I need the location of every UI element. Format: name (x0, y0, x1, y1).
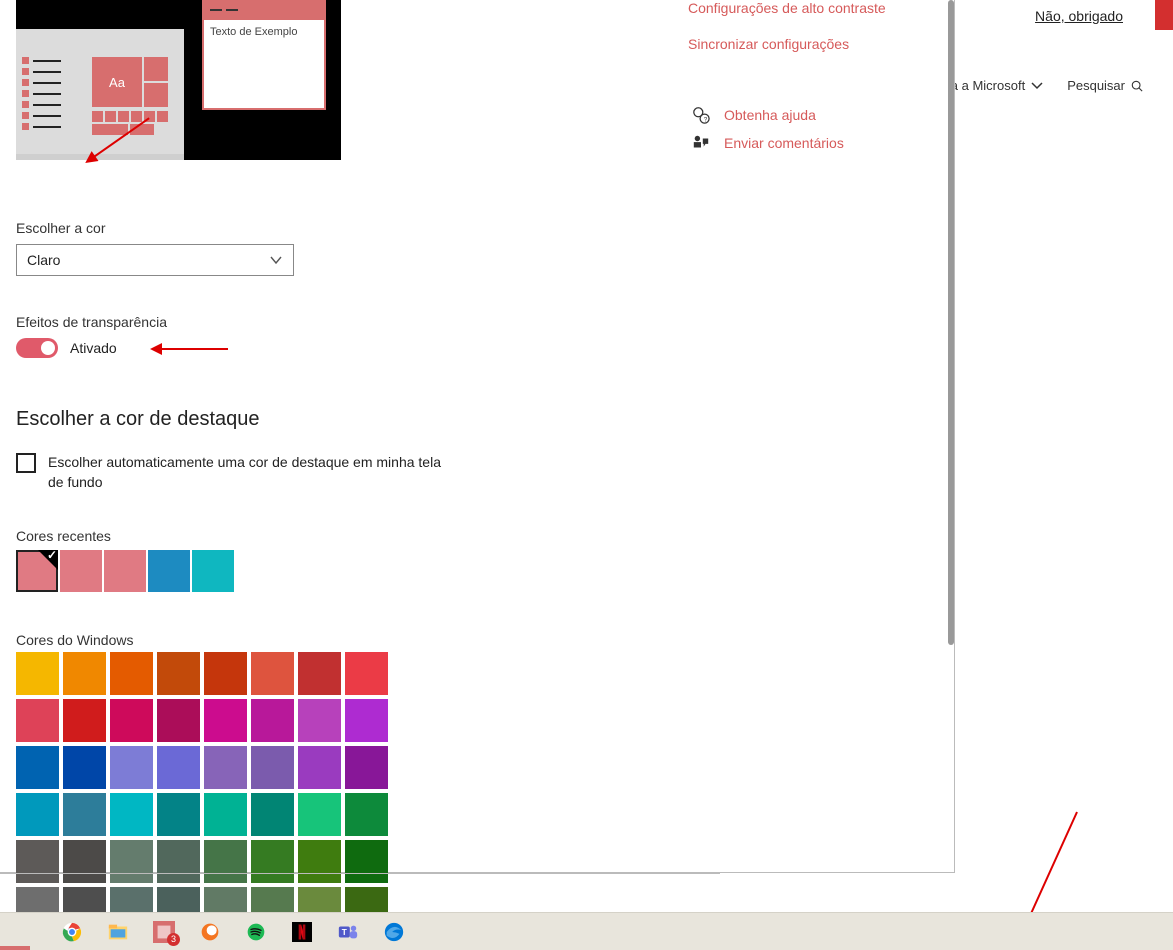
feedback-icon (692, 134, 710, 152)
windows-color-swatch[interactable] (298, 746, 341, 789)
chrome-icon[interactable] (60, 920, 84, 944)
link-alto-contraste[interactable]: Configurações de alto contraste (688, 0, 886, 16)
windows-color-swatch[interactable] (204, 746, 247, 789)
recent-color-swatch[interactable] (60, 550, 102, 592)
chevron-down-icon (1031, 80, 1043, 92)
windows-color-swatch[interactable] (298, 840, 341, 883)
nav-microsoft[interactable]: a a Microsoft (951, 78, 1043, 93)
windows-colors-label: Cores do Windows (16, 632, 456, 648)
windows-color-swatch[interactable] (204, 652, 247, 695)
windows-color-swatch[interactable] (251, 840, 294, 883)
choose-color-label: Escolher a cor (16, 220, 456, 236)
windows-color-swatch[interactable] (157, 699, 200, 742)
transparency-toggle[interactable] (16, 338, 58, 358)
decline-link[interactable]: Não, obrigado (1035, 8, 1123, 24)
recent-colors-label: Cores recentes (16, 528, 456, 544)
choose-color-dropdown[interactable]: Claro (16, 244, 294, 276)
windows-color-swatch[interactable] (345, 793, 388, 836)
svg-text:T: T (342, 927, 347, 936)
annotation-arrow-icon (150, 341, 230, 357)
chevron-down-icon (269, 253, 283, 267)
windows-color-swatch[interactable] (251, 652, 294, 695)
windows-color-swatch[interactable] (298, 699, 341, 742)
windows-color-swatch[interactable] (157, 652, 200, 695)
help-icon: ? (692, 106, 710, 124)
windows-color-swatch[interactable] (251, 699, 294, 742)
recent-color-swatch[interactable] (104, 550, 146, 592)
teams-icon[interactable]: T (336, 920, 360, 944)
search-icon (1131, 80, 1143, 92)
windows-color-swatch[interactable] (63, 746, 106, 789)
windows-color-swatch[interactable] (110, 699, 153, 742)
windows-color-swatch[interactable] (110, 793, 153, 836)
link-ajuda[interactable]: Obtenha ajuda (724, 107, 816, 123)
windows-color-swatch[interactable] (345, 699, 388, 742)
scrollbar[interactable] (948, 0, 954, 645)
windows-color-swatch[interactable] (157, 746, 200, 789)
recent-color-swatch[interactable] (148, 550, 190, 592)
crunchyroll-icon[interactable] (198, 920, 222, 944)
settings-window: Configurações de alto contraste Sincroni… (0, 0, 955, 873)
recent-color-swatch[interactable] (192, 550, 234, 592)
windows-color-swatch[interactable] (16, 746, 59, 789)
windows-color-swatch[interactable] (63, 793, 106, 836)
windows-color-swatch[interactable] (16, 652, 59, 695)
accent-heading: Escolher a cor de destaque (16, 408, 456, 431)
windows-color-swatch[interactable] (345, 652, 388, 695)
windows-color-swatch[interactable] (63, 840, 106, 883)
nav-search[interactable]: Pesquisar (1067, 78, 1143, 93)
red-banner-edge (1155, 0, 1173, 30)
netflix-icon[interactable] (290, 920, 314, 944)
windows-color-swatch[interactable] (157, 793, 200, 836)
transparency-state: Ativado (70, 340, 117, 356)
badge-count: 3 (167, 933, 180, 946)
divider (0, 873, 720, 874)
windows-color-swatch[interactable] (204, 699, 247, 742)
windows-color-swatch[interactable] (345, 746, 388, 789)
windows-color-swatch[interactable] (110, 840, 153, 883)
windows-color-swatch[interactable] (298, 793, 341, 836)
edge-icon[interactable] (382, 920, 406, 944)
taskbar: 3 T (0, 912, 1173, 950)
windows-color-swatch[interactable] (16, 699, 59, 742)
windows-color-swatch[interactable] (110, 746, 153, 789)
svg-text:?: ? (704, 116, 708, 123)
preview-tile-aa: Aa (92, 57, 142, 107)
windows-color-swatch[interactable] (251, 746, 294, 789)
windows-color-swatch[interactable] (157, 840, 200, 883)
windows-color-swatch[interactable] (204, 840, 247, 883)
app-icon-with-badge[interactable]: 3 (152, 920, 176, 944)
taskbar-accent-strip (0, 946, 30, 950)
windows-color-swatch[interactable] (345, 840, 388, 883)
windows-color-swatch[interactable] (251, 793, 294, 836)
link-sincronizar[interactable]: Sincronizar configurações (688, 36, 886, 52)
recent-color-swatch[interactable] (16, 550, 58, 592)
spotify-icon[interactable] (244, 920, 268, 944)
windows-color-swatch[interactable] (63, 652, 106, 695)
windows-color-swatch[interactable] (298, 652, 341, 695)
auto-accent-checkbox[interactable] (16, 453, 36, 473)
auto-accent-label: Escolher automaticamente uma cor de dest… (48, 453, 456, 492)
windows-color-swatch[interactable] (16, 793, 59, 836)
preview-example-window: Texto de Exemplo (202, 0, 326, 110)
color-preview: Aa Texto de Exemplo (16, 0, 341, 160)
windows-color-swatch[interactable] (204, 793, 247, 836)
file-explorer-icon[interactable] (106, 920, 130, 944)
link-comentarios[interactable]: Enviar comentários (724, 135, 844, 151)
transparency-label: Efeitos de transparência (16, 314, 456, 330)
windows-color-swatch[interactable] (16, 840, 59, 883)
windows-color-swatch[interactable] (110, 652, 153, 695)
windows-color-swatch[interactable] (63, 699, 106, 742)
